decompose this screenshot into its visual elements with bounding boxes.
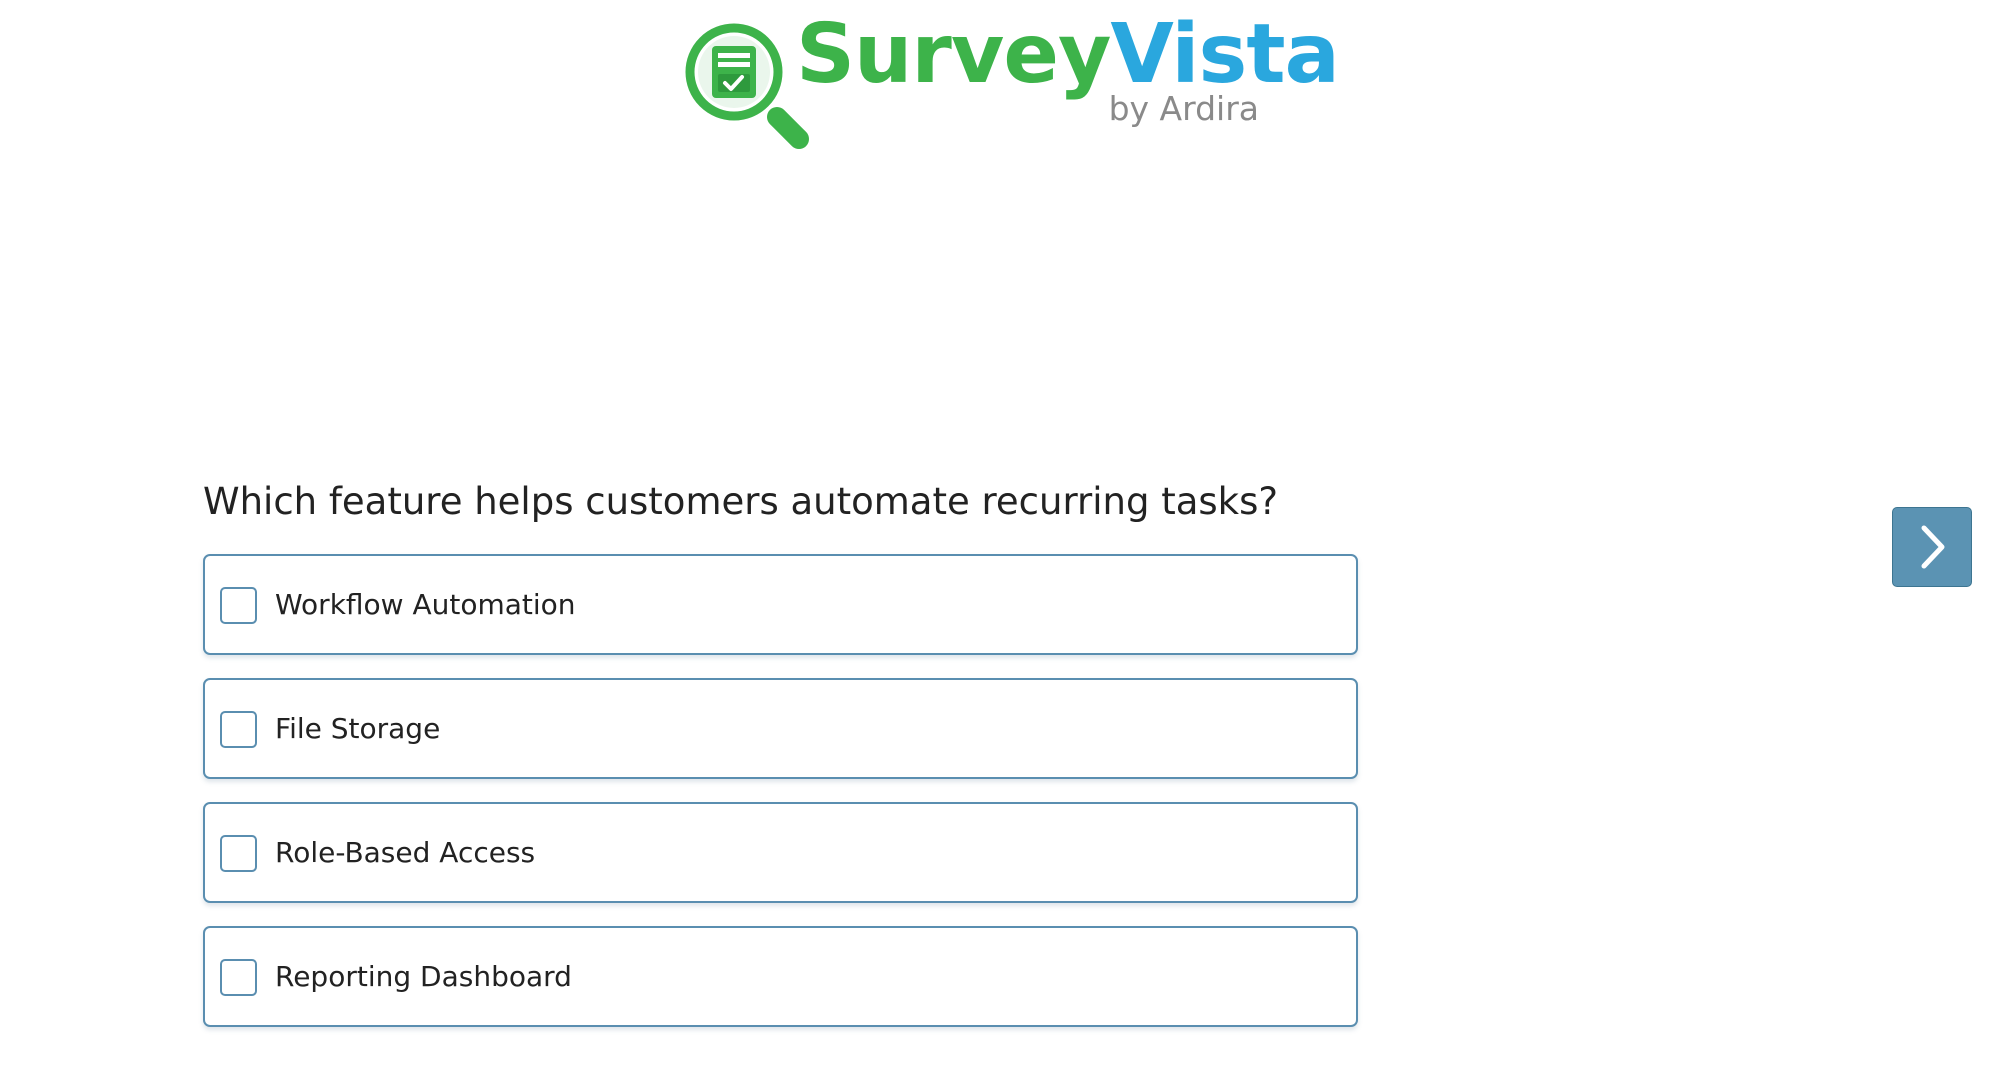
question-text: Which feature helps customers automate r…	[203, 480, 1279, 523]
chevron-right-icon	[1921, 525, 1945, 569]
surveyvista-logo: SurveyVista by Ardira	[684, 14, 1340, 157]
answer-options: Workflow Automation File Storage Role-Ba…	[203, 554, 1358, 1050]
option-role-based-access[interactable]: Role-Based Access	[203, 802, 1358, 903]
logo-wordmark: SurveyVista	[796, 14, 1340, 96]
option-checkbox[interactable]	[220, 959, 257, 996]
logo-word-survey: Survey	[796, 7, 1111, 102]
option-checkbox[interactable]	[220, 587, 257, 624]
option-label: Role-Based Access	[275, 836, 536, 869]
option-checkbox[interactable]	[220, 711, 257, 748]
logo-subtitle: by Ardira	[1108, 89, 1259, 128]
option-label: Workflow Automation	[275, 588, 576, 621]
option-label: Reporting Dashboard	[275, 960, 572, 993]
survey-page: SurveyVista by Ardira Which feature help…	[0, 0, 1999, 1081]
logo-word-vista: Vista	[1110, 7, 1339, 102]
option-reporting-dashboard[interactable]: Reporting Dashboard	[203, 926, 1358, 1027]
option-checkbox[interactable]	[220, 835, 257, 872]
option-label: File Storage	[275, 712, 441, 745]
next-button[interactable]	[1892, 507, 1972, 587]
option-workflow-automation[interactable]: Workflow Automation	[203, 554, 1358, 655]
option-file-storage[interactable]: File Storage	[203, 678, 1358, 779]
